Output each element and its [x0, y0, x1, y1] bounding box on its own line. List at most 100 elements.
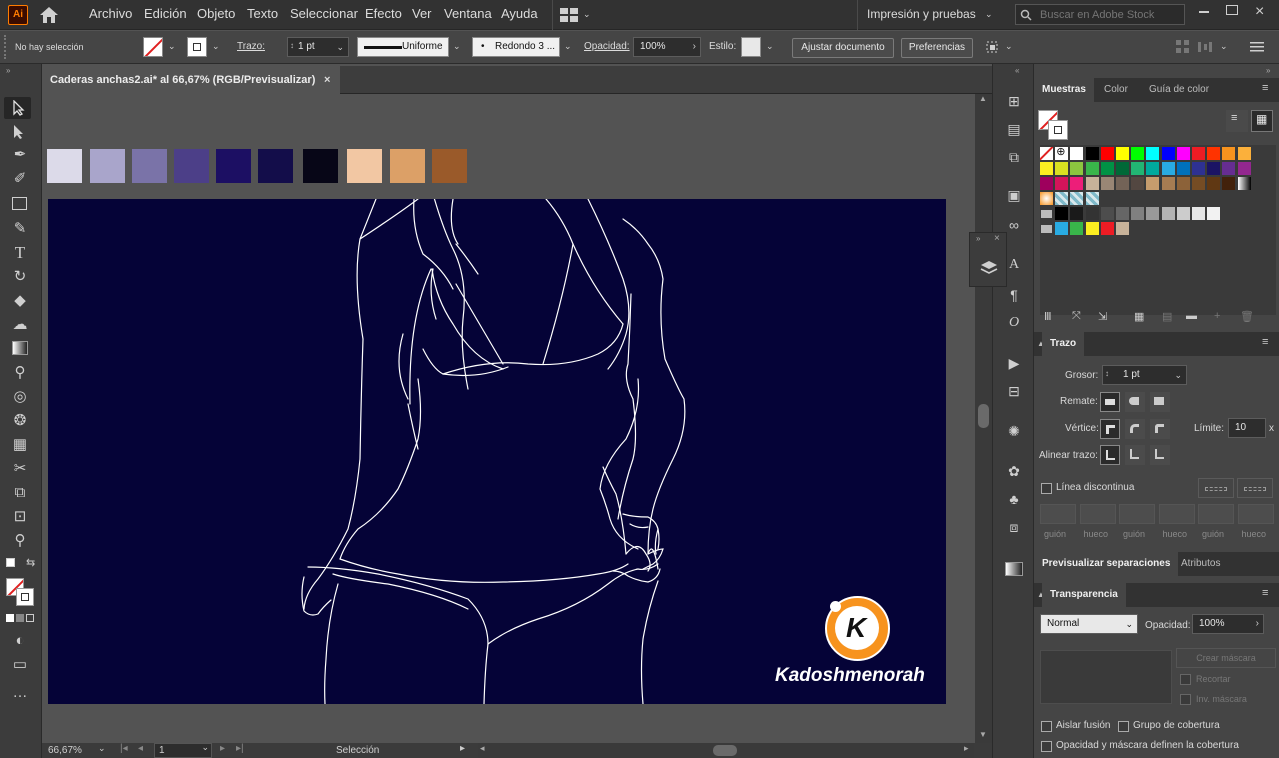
swatch[interactable] — [1070, 147, 1084, 160]
swatch[interactable] — [1237, 147, 1251, 160]
import-swatches-icon[interactable]: ⇲ — [1098, 310, 1107, 323]
screen-mode-icon[interactable]: ▭ — [8, 654, 32, 676]
swatch[interactable] — [1085, 147, 1099, 160]
shape-builder-icon[interactable]: ⧉ — [8, 482, 32, 504]
swatch-options-icon[interactable]: ▤ — [1162, 310, 1172, 323]
swatch[interactable] — [1161, 162, 1175, 175]
swatch[interactable] — [1055, 222, 1069, 235]
stock-search[interactable] — [1015, 4, 1185, 25]
color-mode-icon[interactable] — [6, 614, 14, 622]
menu-efecto[interactable]: Efecto — [365, 0, 402, 30]
artboard-field[interactable]: 1 ⌄ — [154, 742, 212, 758]
menu-ver[interactable]: Ver — [412, 0, 432, 30]
make-mask-button[interactable]: Crear máscara — [1176, 648, 1276, 668]
align-grid-icon[interactable] — [1176, 40, 1190, 54]
swatch[interactable] — [1176, 162, 1190, 175]
swatch[interactable] — [1085, 207, 1099, 220]
align-inside-button[interactable] — [1125, 445, 1145, 465]
butt-cap-button[interactable] — [1100, 392, 1120, 412]
tab-attributes[interactable]: Atributos — [1173, 552, 1228, 576]
arrange-documents-icon[interactable] — [560, 8, 578, 22]
panel-menu-icon[interactable]: ≡ — [1262, 587, 1268, 599]
grip-handle[interactable] — [4, 35, 6, 59]
invert-mask-checkbox[interactable] — [1180, 694, 1191, 705]
swatch[interactable] — [1192, 147, 1205, 160]
maximize-icon[interactable] — [1226, 5, 1238, 15]
swatch[interactable] — [1100, 147, 1114, 160]
swatch[interactable] — [1176, 177, 1190, 190]
dash-field[interactable] — [1198, 504, 1234, 524]
pencil-tool-icon[interactable]: ✎ — [8, 218, 32, 240]
next-artboard-icon[interactable]: ▸ — [220, 743, 225, 754]
swatch[interactable] — [1192, 177, 1205, 190]
opacity-mask-checkbox[interactable] — [1041, 741, 1052, 752]
chevron-down-icon[interactable]: ⌄ — [583, 9, 591, 20]
delete-swatch-icon[interactable]: 🗑 — [1240, 310, 1254, 323]
dash-field[interactable] — [1040, 504, 1076, 524]
zoom-level[interactable]: 66,67% — [48, 745, 82, 756]
dash-field[interactable] — [1158, 504, 1195, 524]
swatch[interactable] — [1222, 177, 1236, 190]
swatch[interactable] — [1085, 162, 1099, 175]
distribute-icon[interactable] — [1198, 40, 1212, 54]
chevron-down-icon[interactable]: ⌄ — [564, 41, 572, 52]
eyedropper-tool-icon[interactable]: ⚲ — [8, 362, 32, 384]
workspace-switcher[interactable]: Impresión y pruebas — [867, 0, 976, 30]
new-swatch-icon[interactable]: + — [1214, 310, 1220, 322]
menu-archivo[interactable]: Archivo — [89, 0, 132, 30]
menu-edicion[interactable]: Edición — [144, 0, 187, 30]
expand-icon[interactable]: « — [1015, 66, 1019, 75]
palette-swatch[interactable] — [347, 149, 382, 183]
swatch[interactable] — [1207, 207, 1221, 220]
default-colors-icon[interactable] — [6, 558, 15, 567]
first-artboard-icon[interactable]: |◂ — [120, 743, 128, 754]
swatch[interactable] — [1085, 222, 1099, 235]
panel-menu-icon[interactable]: ≡ — [1262, 336, 1268, 348]
tab-color[interactable]: Color — [1096, 78, 1136, 102]
close-window-icon[interactable]: × — [1255, 3, 1264, 21]
home-icon[interactable] — [38, 6, 60, 24]
transp-opacity-field[interactable]: 100% › — [1192, 614, 1264, 634]
minimize-icon[interactable] — [1199, 11, 1209, 13]
swatch[interactable] — [1070, 177, 1084, 190]
prev-artboard-icon[interactable]: ◂ — [138, 743, 143, 754]
style-swatch[interactable] — [741, 37, 761, 57]
stroke-profile-select[interactable]: Uniforme — [357, 37, 449, 57]
palette-swatch[interactable] — [174, 149, 209, 183]
align-dashes-button[interactable] — [1237, 478, 1273, 498]
registration-swatch[interactable]: ⊕ — [1055, 146, 1069, 160]
dash-field[interactable] — [1119, 504, 1155, 524]
paragraph-panel-icon[interactable]: ¶ — [1001, 284, 1027, 306]
swatch[interactable] — [1146, 207, 1160, 220]
swatch[interactable] — [1222, 162, 1236, 175]
tab-swatches[interactable]: Muestras — [1034, 78, 1094, 102]
gradient-tool-icon[interactable] — [12, 341, 28, 355]
swatch[interactable] — [1131, 162, 1145, 175]
palette-swatch[interactable] — [47, 149, 82, 183]
menu-objeto[interactable]: Objeto — [197, 0, 235, 30]
swatch[interactable] — [1100, 222, 1114, 235]
actions-panel-icon[interactable]: ▶ — [1001, 352, 1027, 374]
fit-document-button[interactable]: Ajustar documento — [792, 38, 894, 58]
transform-icon[interactable] — [984, 39, 1000, 55]
swatch[interactable] — [1131, 147, 1145, 160]
opacity-field[interactable]: 100% › — [633, 37, 701, 57]
zoom-tool-icon[interactable]: ⚲ — [8, 530, 32, 552]
knockout-group-checkbox[interactable] — [1118, 721, 1129, 732]
swatch-kind-icon[interactable]: ⤧ — [1072, 310, 1081, 323]
weight-field[interactable]: ↕ 1 pt ⌄ — [1102, 365, 1187, 385]
menu-ventana[interactable]: Ventana — [444, 0, 492, 30]
none-mode-icon[interactable] — [26, 614, 34, 622]
swatch[interactable] — [1040, 177, 1053, 190]
panel-menu-icon[interactable]: ≡ — [1262, 82, 1268, 94]
pattern-swatch[interactable] — [1085, 192, 1099, 205]
puppet-warp-icon[interactable]: ✂ — [8, 458, 32, 480]
gradient-mode-icon[interactable] — [16, 614, 24, 622]
miter-join-button[interactable] — [1100, 419, 1120, 439]
chevron-down-icon[interactable]: ⌄ — [1005, 41, 1013, 52]
bevel-join-button[interactable] — [1150, 419, 1170, 439]
color-group-icon[interactable]: ▦ — [1134, 310, 1144, 323]
swatch[interactable] — [1237, 177, 1251, 190]
vertical-scrollbar[interactable]: ▲ ▼ — [975, 94, 992, 743]
chevron-down-icon[interactable]: ⌄ — [985, 9, 993, 20]
